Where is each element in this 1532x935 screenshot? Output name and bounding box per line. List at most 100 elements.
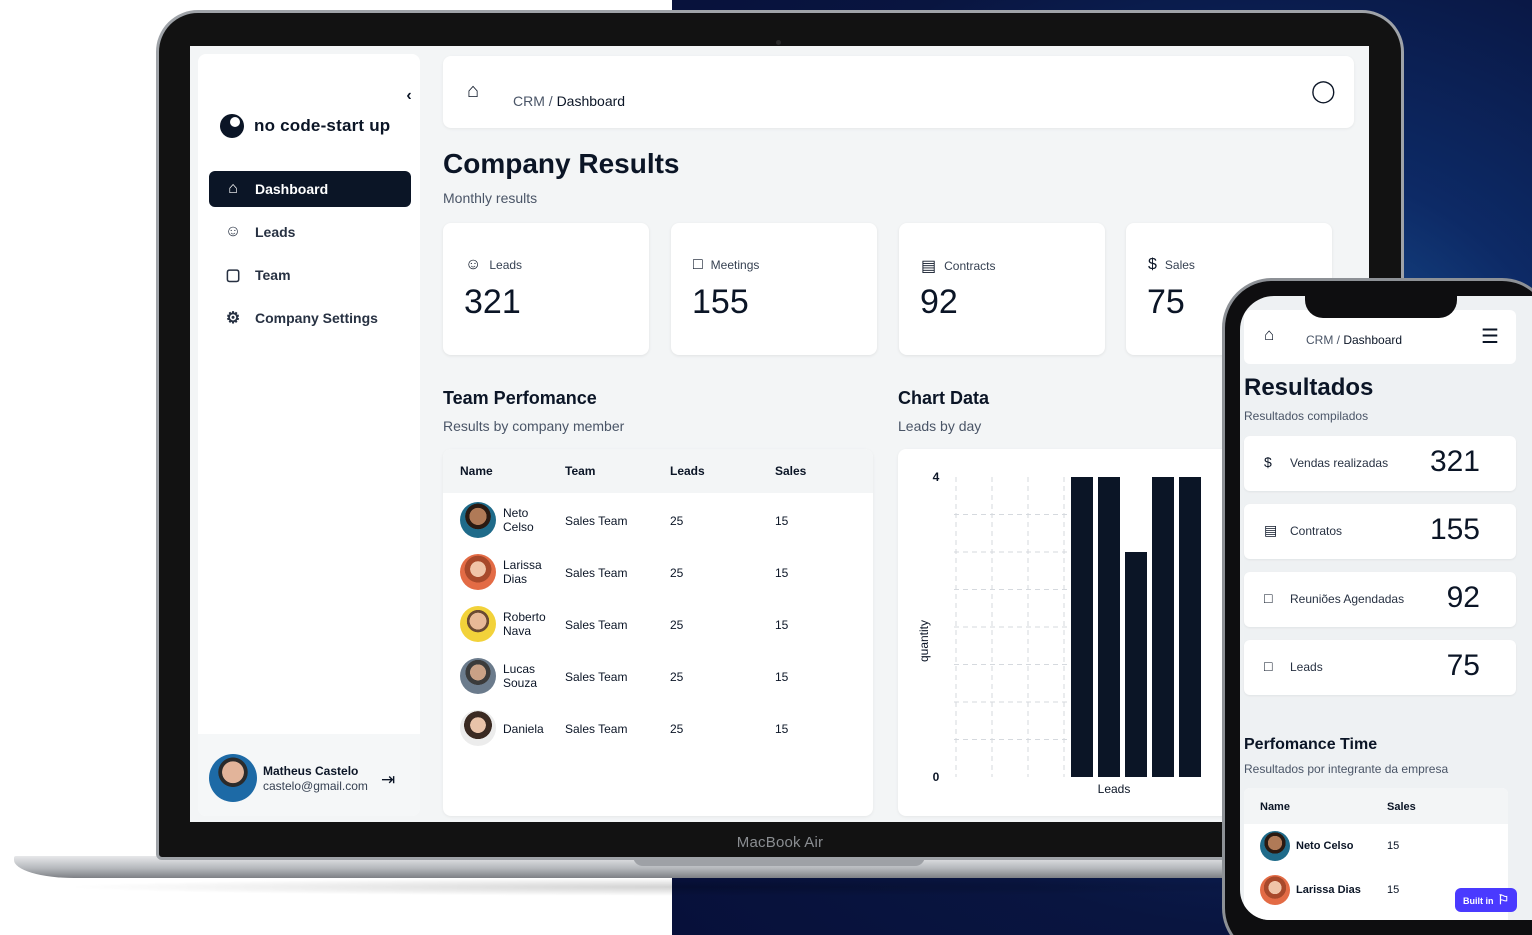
- sidebar-item-company-settings[interactable]: ⚙ Company Settings: [209, 300, 411, 336]
- sidebar-item-leads[interactable]: ☺ Leads: [209, 214, 411, 250]
- table-row[interactable]: Larissa Dias Sales Team 25 15: [443, 545, 873, 597]
- breadcrumb-root[interactable]: CRM: [1306, 333, 1333, 347]
- brand-logo-icon: [220, 114, 244, 138]
- chart-bar[interactable]: [1179, 477, 1201, 777]
- member-name: Daniela: [503, 722, 544, 736]
- y-tick-label: 0: [933, 770, 940, 784]
- chat-icon: □: [693, 256, 703, 273]
- clipboard-icon: ▤: [1264, 522, 1278, 538]
- page-subtitle: Monthly results: [443, 190, 538, 206]
- built-in-badge[interactable]: Built in ⚐: [1455, 888, 1517, 912]
- member-sales: 15: [775, 514, 789, 528]
- breadcrumb-current: Dashboard: [1343, 333, 1403, 347]
- member-sales: 15: [1387, 884, 1400, 896]
- sidebar-nav: ⌂ Dashboard ☺ Leads ▢ Team ⚙ Company Set…: [209, 171, 411, 343]
- page-title: Company Results: [443, 148, 680, 179]
- chart-bar[interactable]: [1152, 477, 1174, 777]
- user-profile: Matheus Castelo castelo@gmail.com ⇥: [198, 734, 420, 816]
- home-icon[interactable]: ⌂: [467, 80, 479, 103]
- column-header[interactable]: Leads: [670, 464, 705, 478]
- page-subtitle: Resultados compilados: [1244, 409, 1369, 423]
- breadcrumb-separator: /: [544, 93, 557, 109]
- table-row[interactable]: Neto Celso 15: [1244, 824, 1508, 868]
- badge-label: Built in: [1463, 896, 1494, 906]
- brand-name: no code-start up: [254, 116, 391, 135]
- lightbulb-icon[interactable]: ◯: [1311, 78, 1336, 104]
- table-row[interactable]: Neto Celso Sales Team 25 15: [443, 493, 873, 545]
- avatar: [460, 502, 496, 538]
- breadcrumb-root[interactable]: CRM: [513, 93, 545, 109]
- stat-card-leads: ☺ Leads 321: [443, 223, 649, 355]
- stat-card-contratos: ▤ Contratos 155: [1244, 504, 1516, 559]
- member-team: Sales Team: [565, 670, 628, 684]
- member-name: Neto Celso: [1296, 840, 1354, 852]
- stat-label: Meetings: [710, 258, 760, 272]
- member-name: Roberto Nava: [503, 610, 546, 638]
- member-leads: 25: [670, 670, 684, 684]
- phone-screen: ⌂ CRM / Dashboard ☰ Resultados Resultado…: [1240, 296, 1532, 920]
- chart-bar[interactable]: [1125, 552, 1147, 777]
- avatar: [209, 754, 257, 802]
- chat-icon: □: [1264, 590, 1273, 606]
- column-header[interactable]: Sales: [775, 464, 806, 478]
- stat-card-vendas: $ Vendas realizadas 321: [1244, 436, 1516, 491]
- table-row[interactable]: Lucas Souza Sales Team 25 15: [443, 649, 873, 701]
- home-icon: ⌂: [228, 180, 238, 197]
- dollar-icon: $: [1148, 256, 1157, 273]
- team-section-title: Team Perfomance: [443, 388, 597, 408]
- stat-label: Leads: [1290, 660, 1323, 674]
- sidebar: ‹ no code-start up ⌂ Dashboard ☺ Leads ▢…: [198, 54, 420, 816]
- sidebar-item-label: Dashboard: [255, 181, 329, 197]
- chevron-left-icon[interactable]: ‹: [401, 86, 417, 106]
- x-axis-label: Leads: [1098, 782, 1131, 796]
- topbar: ⌂ CRM / Dashboard ◯: [443, 56, 1354, 128]
- breadcrumb: CRM / Dashboard: [1306, 333, 1402, 347]
- column-header[interactable]: Team: [565, 464, 595, 478]
- phone-topbar: ⌂ CRM / Dashboard ☰: [1244, 310, 1516, 364]
- stat-value: 321: [464, 283, 521, 321]
- brand: no code-start up: [220, 114, 390, 138]
- stat-label: Contracts: [944, 259, 996, 273]
- home-icon[interactable]: ⌂: [1264, 325, 1274, 345]
- stat-value: 92: [920, 283, 958, 321]
- chat-icon: □: [1264, 658, 1273, 674]
- avatar: [460, 606, 496, 642]
- sidebar-item-label: Company Settings: [255, 310, 378, 326]
- breadcrumb-separator: /: [1333, 333, 1344, 347]
- chart-grid-horizontal: [954, 514, 1070, 740]
- briefcase-icon: ▢: [225, 267, 241, 284]
- stat-label: Vendas realizadas: [1290, 456, 1389, 470]
- stat-label: Reuniões Agendadas: [1290, 592, 1405, 606]
- breadcrumb: CRM / Dashboard: [513, 93, 625, 109]
- clipboard-icon: ▤: [921, 258, 937, 275]
- chart-bar[interactable]: [1071, 477, 1093, 777]
- member-name: Lucas Souza: [503, 662, 538, 690]
- member-team: Sales Team: [565, 722, 628, 736]
- y-tick-label: 4: [933, 470, 940, 484]
- stat-value: 75: [1147, 283, 1185, 321]
- sidebar-item-dashboard[interactable]: ⌂ Dashboard: [209, 171, 411, 207]
- stat-label: Leads: [489, 258, 523, 272]
- stat-value: 75: [1446, 649, 1480, 682]
- table-row[interactable]: Daniela Sales Team 25 15: [443, 701, 873, 753]
- team-section-subtitle: Results by company member: [443, 418, 625, 434]
- column-header[interactable]: Name: [460, 464, 493, 478]
- logout-icon[interactable]: ⇥: [381, 770, 395, 790]
- sidebar-item-team[interactable]: ▢ Team: [209, 257, 411, 293]
- table-header: Name Team Leads Sales: [443, 449, 873, 493]
- table-row[interactable]: Roberto Nava Sales Team 25 15: [443, 597, 873, 649]
- user-name: Matheus Castelo: [263, 764, 359, 778]
- column-header[interactable]: Sales: [1387, 801, 1416, 813]
- column-header[interactable]: Name: [1260, 801, 1290, 813]
- chart-bar[interactable]: [1098, 477, 1120, 777]
- member-name: Larissa Dias: [503, 558, 542, 586]
- member-name: Larissa Dias: [1296, 884, 1361, 896]
- member-name: Neto Celso: [503, 506, 534, 534]
- member-leads: 25: [670, 566, 684, 580]
- stat-card-meetings: □ Meetings 155: [671, 223, 877, 355]
- member-sales: 15: [775, 670, 789, 684]
- stat-label: Contratos: [1290, 524, 1343, 538]
- smile-icon: ☺: [465, 256, 482, 273]
- hamburger-menu-icon[interactable]: ☰: [1481, 324, 1499, 349]
- y-axis-label: quantity: [917, 620, 931, 662]
